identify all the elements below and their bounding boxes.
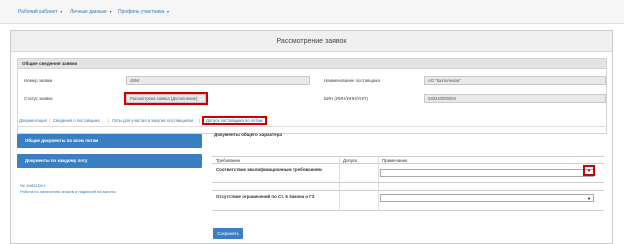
top-navbar: Рабочий кабинет ▼ Личные данные ▼ Профиль … (0, 0, 624, 24)
table-divider (212, 182, 604, 183)
nav-profile-label: Профиль участника (118, 9, 165, 15)
chevron-down-icon: ▼ (108, 10, 113, 14)
save-button[interactable]: Сохранить (213, 228, 243, 239)
status-field: Рассмотрена заявка (Дополнение) (124, 92, 208, 105)
tab-separator: | (49, 118, 51, 123)
tab-lots[interactable]: Лоты для участия в закупке поставщиком (112, 118, 193, 123)
col-access: Допуск (343, 158, 358, 163)
tab-bar: Документация | Сведения о поставщике | Л… (17, 115, 607, 127)
bin-field: 020240000004 (424, 94, 606, 103)
chevron-down-icon: ▼ (166, 10, 170, 14)
access-select-1[interactable]: ▼ (380, 165, 595, 177)
nav-personal-label: Личные данные (70, 9, 107, 15)
table-row-requirement: Отсутствие ограничений по Ст. 6 Закона о… (216, 194, 315, 199)
lot-documents-button[interactable]: Документы по каждому лоту (17, 154, 202, 168)
tab-separator: | (199, 118, 201, 123)
tab-supplier-info[interactable]: Сведения о поставщике (53, 118, 100, 123)
page-title: Рассмотрение заявок (11, 31, 612, 52)
app-number-label: Номер заявки (24, 78, 53, 83)
table-col-divider (339, 156, 340, 210)
tab-documentation[interactable]: Документация (19, 118, 47, 123)
chevron-down-icon[interactable]: ▼ (583, 165, 595, 176)
chevron-down-icon: ▼ (587, 196, 591, 201)
tab-separator: | (108, 118, 110, 123)
table-divider (212, 190, 604, 191)
nav-cabinet[interactable]: Рабочий кабинет ▼ (18, 9, 63, 15)
table-divider (212, 163, 604, 164)
bin-label: БИН (ИИН/ИНН/УНП) (324, 96, 368, 101)
general-info-title: Общие сведения заявки (18, 59, 606, 69)
col-note: Примечание (382, 158, 408, 163)
tab-supplier-admission[interactable]: Допуск поставщика по лотам (202, 116, 267, 125)
lot-number[interactable]: №: 84851DK1 (20, 183, 45, 188)
col-requirement: Требование (216, 158, 241, 163)
table-row-requirement: Соответствие квалификационным требования… (216, 167, 322, 172)
nav-participant-profile[interactable]: Профиль участника ▼ (118, 9, 170, 15)
app-number-field: 4894 (126, 76, 310, 85)
table-divider (212, 210, 604, 211)
supplier-name-field: АО "Казтелеком" (424, 76, 606, 85)
chevron-down-icon: ▼ (59, 10, 63, 14)
table-divider (212, 156, 604, 157)
lot-description[interactable]: Работа по нанесению знаков и надписей на… (20, 189, 116, 194)
table-col-divider (378, 156, 379, 210)
supplier-name-label: Наименование поставщика (324, 78, 380, 83)
access-select-2[interactable]: ▼ (380, 194, 594, 202)
nav-cabinet-label: Рабочий кабинет (18, 9, 58, 15)
main-panel: Рассмотрение заявок Общие сведения заявк… (10, 30, 613, 244)
status-label: Статус заявки (24, 96, 53, 101)
nav-personal-data[interactable]: Личные данные ▼ (70, 9, 112, 15)
section-title: Документы общего характера (214, 132, 283, 137)
common-documents-button[interactable]: Общие документы по всем лотам (17, 134, 202, 148)
